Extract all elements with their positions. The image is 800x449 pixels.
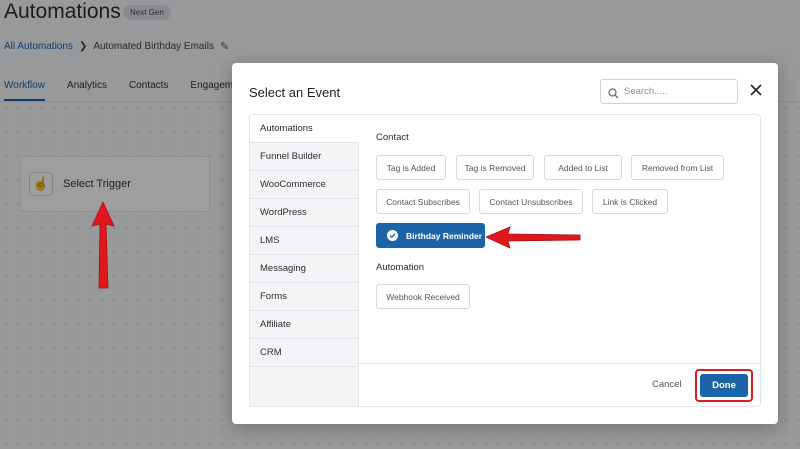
event-tag-removed[interactable]: Tag is Removed bbox=[456, 155, 534, 180]
sidebar-item-forms[interactable]: Forms bbox=[250, 283, 358, 311]
cancel-button[interactable]: Cancel bbox=[652, 379, 682, 390]
sidebar-item-wordpress[interactable]: WordPress bbox=[250, 199, 358, 227]
section-label-contact: Contact bbox=[376, 132, 409, 143]
event-contact-subscribes[interactable]: Contact Subscribes bbox=[376, 189, 470, 214]
done-highlight-box: Done bbox=[695, 369, 753, 402]
sidebar-item-affiliate[interactable]: Affiliate bbox=[250, 311, 358, 339]
search-icon bbox=[608, 86, 619, 99]
event-removed-from-list[interactable]: Removed from List bbox=[631, 155, 724, 180]
event-birthday-reminder-label: Birthday Reminder bbox=[406, 230, 483, 241]
sidebar-item-woocommerce[interactable]: WooCommerce bbox=[250, 171, 358, 199]
sidebar-item-funnel-builder[interactable]: Funnel Builder bbox=[250, 143, 358, 171]
modal-footer: Cancel Done bbox=[359, 363, 760, 406]
search-input[interactable] bbox=[624, 86, 724, 97]
event-contact-unsubscribes[interactable]: Contact Unsubscribes bbox=[479, 189, 583, 214]
category-sidebar: Automations Funnel Builder WooCommerce W… bbox=[250, 115, 359, 406]
sidebar-item-crm[interactable]: CRM bbox=[250, 339, 358, 367]
annotation-arrow-left bbox=[486, 226, 581, 249]
event-webhook-received[interactable]: Webhook Received bbox=[376, 284, 470, 309]
event-link-clicked[interactable]: Link is Clicked bbox=[592, 189, 668, 214]
sidebar-item-lms[interactable]: LMS bbox=[250, 227, 358, 255]
event-tag-added[interactable]: Tag is Added bbox=[376, 155, 446, 180]
search-box[interactable] bbox=[600, 79, 738, 104]
modal-title: Select an Event bbox=[249, 85, 341, 100]
check-circle-icon bbox=[387, 230, 398, 241]
sidebar-item-automations[interactable]: Automations bbox=[250, 115, 359, 143]
done-button[interactable]: Done bbox=[700, 374, 748, 397]
event-birthday-reminder[interactable]: Birthday Reminder bbox=[376, 223, 485, 248]
annotation-arrow-up bbox=[91, 202, 115, 289]
close-icon[interactable] bbox=[747, 81, 765, 99]
sidebar-item-messaging[interactable]: Messaging bbox=[250, 255, 358, 283]
event-added-to-list[interactable]: Added to List bbox=[544, 155, 622, 180]
modal-body: Automations Funnel Builder WooCommerce W… bbox=[249, 114, 761, 407]
section-label-automation: Automation bbox=[376, 262, 425, 273]
